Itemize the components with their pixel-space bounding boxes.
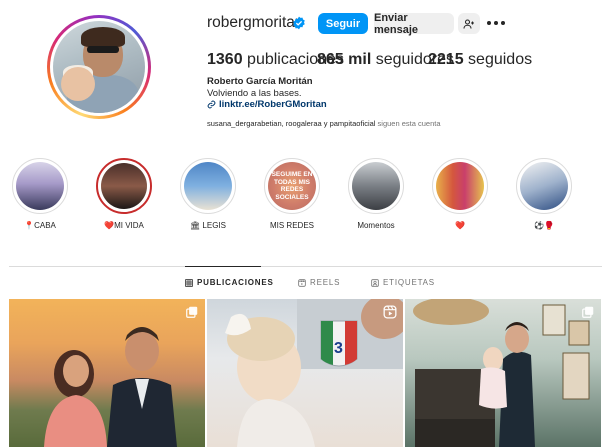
heart-icon: ❤️	[455, 221, 465, 230]
tagged-icon	[371, 278, 379, 287]
grid-icon	[185, 278, 193, 287]
svg-text:3: 3	[334, 340, 343, 357]
verified-badge-icon	[293, 16, 305, 30]
suggested-accounts-button[interactable]	[458, 13, 480, 34]
tab-reels[interactable]: REELS	[298, 278, 340, 287]
highlight-cover-image	[352, 162, 400, 210]
highlight-cover-image	[184, 162, 232, 210]
highlight-cover-image	[101, 163, 147, 209]
link-icon	[207, 100, 216, 109]
highlight-momentos[interactable]: Momentos	[345, 158, 407, 230]
profile-bio: Volviendo a las bases.	[207, 88, 302, 99]
building-icon: 🏛	[190, 221, 201, 230]
reels-icon	[298, 278, 306, 287]
send-message-button[interactable]: Enviar mensaje	[374, 12, 454, 36]
sports-icon: ⚽🥊	[534, 221, 554, 230]
post-thumbnail[interactable]: 3	[207, 299, 403, 447]
active-tab-indicator	[185, 266, 261, 267]
tab-etiquetas[interactable]: ETIQUETAS	[371, 278, 435, 287]
highlight-sports[interactable]: ⚽🥊	[513, 158, 575, 230]
highlight-heart[interactable]: ❤️	[429, 158, 491, 230]
profile-full-name: Roberto García Moritán	[207, 76, 313, 87]
highlight-mi-vida[interactable]: ❤️MI VIDA	[93, 158, 155, 230]
highlight-cover-image	[436, 162, 484, 210]
instagram-profile-page: robergmoritan Seguir Enviar mensaje 1360…	[0, 0, 610, 447]
carousel-icon	[186, 306, 198, 318]
highlight-cover-image	[16, 162, 64, 210]
post-thumbnail[interactable]	[9, 299, 205, 447]
post-image: 3	[225, 299, 403, 447]
tab-publicaciones[interactable]: PUBLICACIONES	[185, 278, 274, 287]
carousel-icon	[582, 306, 594, 318]
add-person-icon	[463, 18, 474, 29]
profile-username: robergmoritan	[207, 14, 304, 31]
following-count[interactable]: 2215 seguidos	[428, 51, 532, 69]
reel-icon	[383, 305, 397, 319]
post-image	[413, 299, 590, 447]
more-options-icon[interactable]	[487, 16, 505, 30]
highlight-legis[interactable]: 🏛 LEGIS	[177, 158, 239, 230]
post-thumbnail[interactable]	[405, 299, 601, 447]
profile-avatar[interactable]	[47, 15, 151, 119]
highlight-caba[interactable]: 📍CABA	[9, 158, 71, 230]
heart-icon: ❤️	[104, 221, 115, 230]
followed-by-text[interactable]: susana_dergarabetian, roogaleraa y pampi…	[207, 119, 441, 128]
follow-button[interactable]: Seguir	[318, 13, 368, 34]
highlight-cover-image: SEGUIME EN TODAS MIS REDES SOCIALES	[268, 162, 316, 210]
tabs-divider	[9, 266, 602, 267]
highlight-cover-image	[520, 162, 568, 210]
highlight-mis-redes[interactable]: SEGUIME EN TODAS MIS REDES SOCIALES MIS …	[261, 158, 323, 230]
profile-link[interactable]: linktr.ee/RoberGMoritan	[207, 99, 327, 110]
pin-icon: 📍	[24, 221, 35, 230]
post-image	[44, 327, 177, 447]
